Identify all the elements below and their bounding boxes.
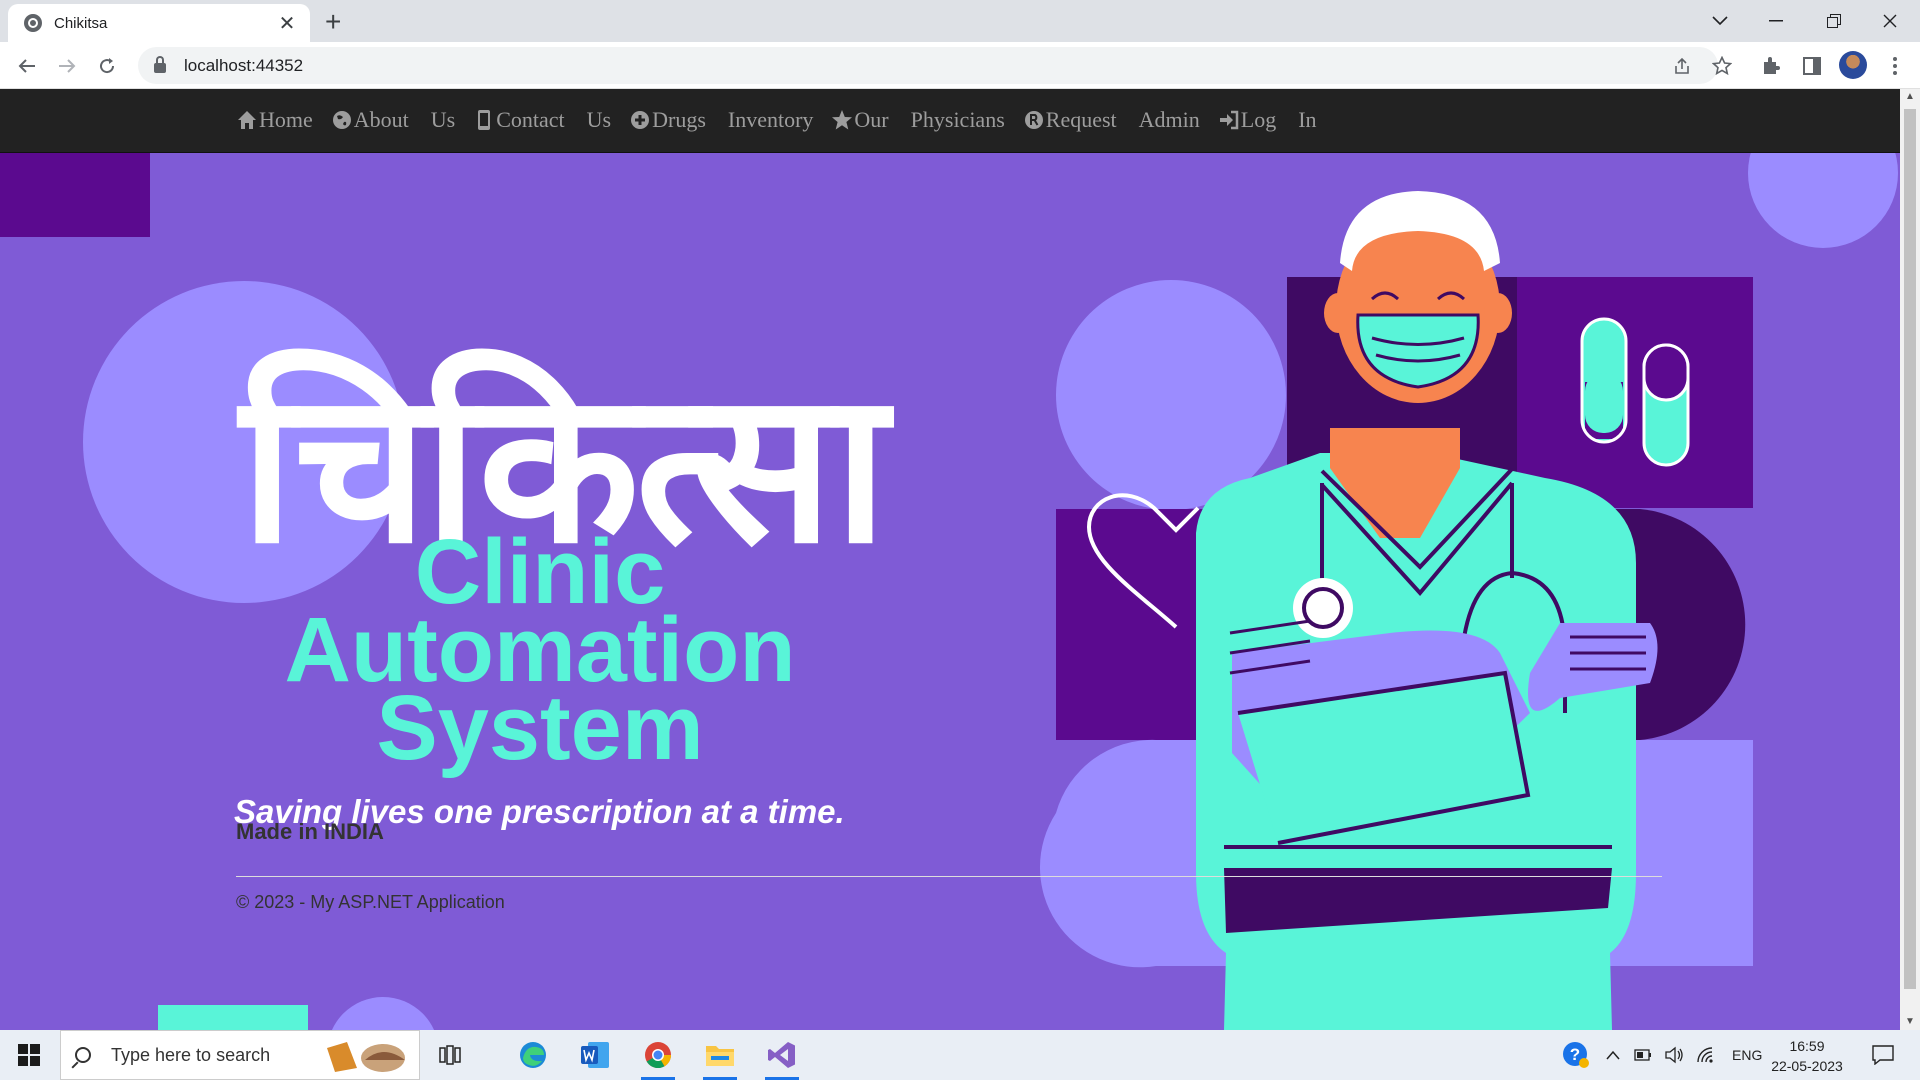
clock-time: 16:59 <box>1789 1038 1825 1054</box>
footer-divider <box>236 876 1662 877</box>
made-in-text: Made in INDIA <box>236 819 384 844</box>
minimize-button[interactable] <box>1748 4 1804 38</box>
scroll-up-icon[interactable]: ▲ <box>1904 91 1916 103</box>
nav-login-label-1: Log <box>1240 107 1277 132</box>
help-icon[interactable]: ? <box>1562 1041 1590 1069</box>
nav-request-admin[interactable]: Request Admin <box>1023 107 1200 133</box>
task-view-icon[interactable] <box>425 1035 475 1075</box>
nav-about[interactable]: About Us <box>331 107 455 133</box>
nav-contact[interactable]: Contact Us <box>473 107 611 133</box>
nav-home[interactable]: Home <box>236 107 313 133</box>
chevron-up-icon[interactable] <box>1606 1050 1620 1060</box>
nav-about-label-1: About <box>353 107 409 132</box>
file-explorer-icon[interactable] <box>695 1035 745 1080</box>
nav-login[interactable]: Log In <box>1218 107 1317 133</box>
globe-icon <box>24 14 42 32</box>
profile-avatar[interactable] <box>1839 51 1867 79</box>
nav-physicians[interactable]: Our Physicians <box>831 107 1005 133</box>
chrome-icon[interactable] <box>633 1035 683 1080</box>
scroll-thumb[interactable] <box>1904 109 1916 989</box>
volume-icon[interactable] <box>1664 1046 1684 1064</box>
nav-home-label: Home <box>259 107 313 132</box>
page-scrollbar[interactable]: ▲ ▼ <box>1900 89 1920 1030</box>
share-icon[interactable] <box>1666 50 1698 82</box>
nav-physicians-label-2: Physicians <box>910 107 1005 132</box>
scroll-down-icon[interactable]: ▼ <box>1904 1016 1916 1028</box>
lock-icon <box>154 55 166 73</box>
notifications-icon[interactable] <box>1858 1035 1908 1075</box>
taskbar-clock[interactable]: 16:59 22-05-2023 <box>1752 1036 1862 1076</box>
close-window-button[interactable] <box>1862 4 1918 38</box>
word-icon[interactable] <box>570 1035 620 1075</box>
svg-text:?: ? <box>1570 1045 1580 1064</box>
close-tab-icon[interactable]: ✕ <box>276 11 298 36</box>
clock-date: 22-05-2023 <box>1771 1058 1843 1074</box>
windows-taskbar: Type here to search ? ENG 16:59 22-05-20… <box>0 1030 1920 1080</box>
nav-request-label-2: Admin <box>1138 107 1200 132</box>
nav-links: Home About Us Contact Us Drugs Inventory <box>236 107 1335 133</box>
edge-icon[interactable] <box>508 1035 558 1075</box>
nav-drugs-label-1: Drugs <box>652 107 706 132</box>
reload-icon[interactable] <box>91 50 123 82</box>
search-placeholder: Type here to search <box>111 1044 271 1065</box>
page-viewport: Home About Us Contact Us Drugs Inventory <box>0 89 1900 1030</box>
extensions-icon[interactable] <box>1755 50 1787 82</box>
hero-section: चिकित्सा Clinic Automation System Saving… <box>0 153 1100 1030</box>
wifi-icon[interactable] <box>1696 1046 1716 1064</box>
site-navbar: Home About Us Contact Us Drugs Inventory <box>0 89 1900 153</box>
nav-drugs[interactable]: Drugs Inventory <box>629 107 813 133</box>
restore-button[interactable] <box>1806 4 1862 38</box>
nav-contact-label-2: Us <box>586 107 612 132</box>
registered-icon <box>1024 111 1043 129</box>
search-highlight-icon <box>327 1042 405 1072</box>
phone-icon <box>478 110 491 130</box>
plus-circle-icon <box>631 111 650 129</box>
browser-tabstrip: Chikitsa ✕ + <box>0 0 1920 42</box>
browser-toolbar: localhost:44352 <box>0 42 1920 89</box>
system-tray: ? ENG <box>1562 1030 1762 1080</box>
back-arrow-icon[interactable] <box>11 50 43 82</box>
search-icon <box>75 1047 91 1063</box>
new-tab-button[interactable]: + <box>325 6 341 38</box>
nav-drugs-label-2: Inventory <box>727 107 814 132</box>
corner-circle-shape <box>1748 153 1898 248</box>
battery-icon[interactable] <box>1634 1049 1652 1061</box>
browser-tab[interactable]: Chikitsa ✕ <box>8 4 310 42</box>
nav-about-label-2: Us <box>430 107 456 132</box>
forward-arrow-icon[interactable] <box>51 50 83 82</box>
globe-icon <box>332 111 351 129</box>
hero-subtitle: Clinic Automation System <box>240 526 840 774</box>
tab-search-icon[interactable] <box>1692 4 1748 38</box>
bookmark-star-icon[interactable] <box>1706 50 1738 82</box>
nav-request-label-1: Request <box>1045 107 1117 132</box>
windows-logo-icon <box>18 1044 40 1066</box>
nav-contact-label-1: Contact <box>496 107 565 132</box>
login-icon <box>1219 110 1239 130</box>
visual-studio-icon[interactable] <box>757 1035 807 1080</box>
menu-dots-icon[interactable] <box>1879 50 1911 82</box>
side-panel-icon[interactable] <box>1796 50 1828 82</box>
nav-login-label-2: In <box>1298 107 1317 132</box>
address-bar[interactable]: localhost:44352 <box>138 47 1718 84</box>
home-icon <box>238 111 256 129</box>
start-button[interactable] <box>0 1030 58 1080</box>
url-text: localhost:44352 <box>184 55 304 75</box>
taskbar-search[interactable]: Type here to search <box>60 1030 420 1080</box>
tab-title: Chikitsa <box>54 14 108 32</box>
nav-physicians-label-1: Our <box>854 107 889 132</box>
copyright-text: © 2023 - My ASP.NET Application <box>236 892 505 912</box>
star-icon <box>832 110 853 130</box>
